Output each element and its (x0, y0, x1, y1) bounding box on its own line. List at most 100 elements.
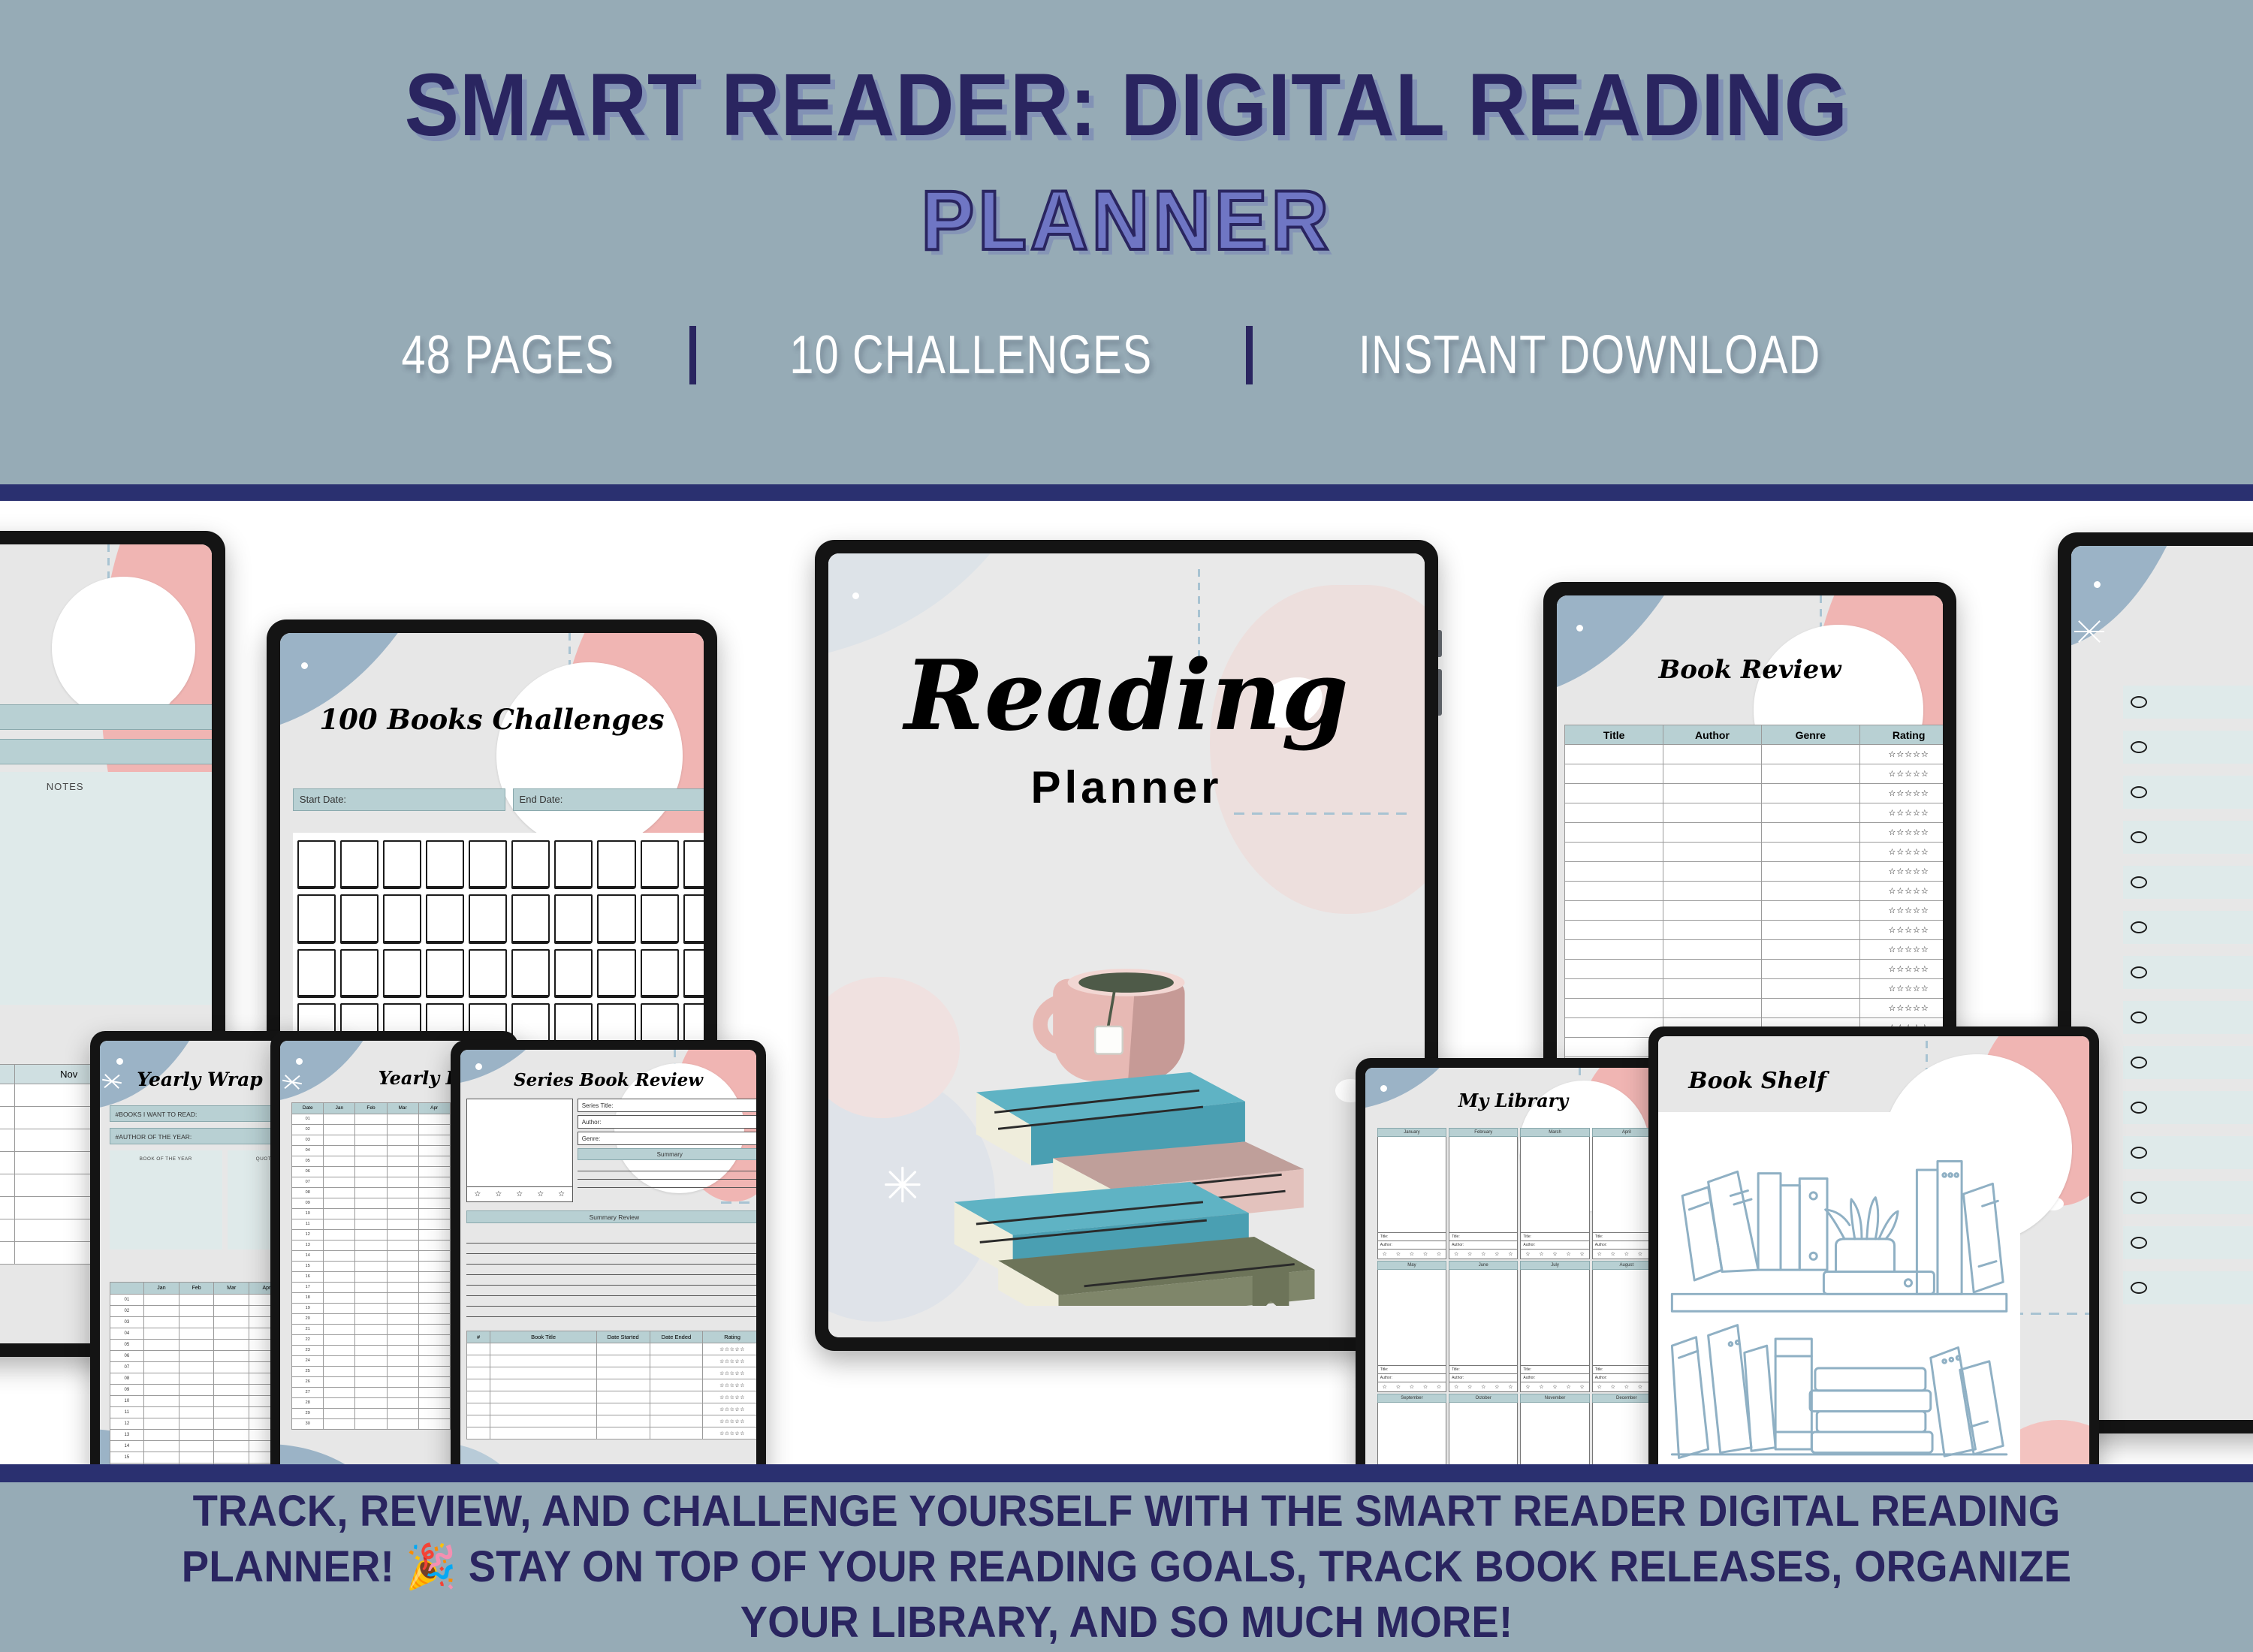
checkbox-icon[interactable] (2131, 1057, 2148, 1069)
library-month-panel[interactable]: February Title: Author: ☆ ☆ ☆ ☆ ☆ (1449, 1128, 1519, 1260)
table-row[interactable]: ☆☆☆☆☆ (1564, 764, 1943, 785)
checklist-item[interactable] (2123, 776, 2253, 809)
field-series-title[interactable]: Series Title: (577, 1099, 756, 1113)
month-cover-box[interactable] (1520, 1137, 1590, 1234)
rating-stars[interactable]: ☆☆☆☆☆ (1520, 1382, 1590, 1392)
panel-book-of-the-year[interactable]: BOOK OF THE YEAR (109, 1150, 222, 1250)
rating-stars[interactable]: ☆☆☆☆☆ (1859, 998, 1943, 1019)
book-slot[interactable] (511, 894, 550, 944)
book-slot[interactable] (554, 948, 593, 999)
rating-stars[interactable]: ☆☆☆☆☆ (702, 1391, 756, 1404)
book-slot[interactable] (426, 840, 465, 890)
library-month-panel[interactable]: June Title: Author: ☆ ☆ ☆ ☆ ☆ (1449, 1261, 1519, 1392)
rating-stars[interactable]: ☆☆☆☆☆ (466, 1187, 573, 1203)
checkbox-icon[interactable] (2131, 741, 2148, 754)
field-author[interactable]: Author: (1449, 1373, 1519, 1382)
menu-icon[interactable] (496, 662, 683, 849)
checkbox-icon[interactable] (2131, 1147, 2148, 1159)
book-slot[interactable] (511, 948, 550, 999)
rating-stars[interactable]: ☆☆☆☆☆ (702, 1355, 756, 1368)
table-row[interactable]: ☆☆☆☆☆ (466, 1379, 756, 1392)
checkbox-icon[interactable] (2131, 1192, 2148, 1204)
rating-stars[interactable]: ☆☆☆☆☆ (1859, 822, 1943, 843)
checkbox-icon[interactable] (2131, 1102, 2148, 1114)
book-slot[interactable] (426, 948, 465, 999)
book-slot[interactable] (426, 894, 465, 944)
book-slot[interactable] (597, 948, 636, 999)
book-slot[interactable] (640, 840, 679, 890)
library-month-panel[interactable]: March Title: Author: ☆ ☆ ☆ ☆ ☆ (1520, 1128, 1590, 1260)
table-row[interactable]: ☆☆☆☆☆ (1564, 978, 1943, 999)
field-title[interactable]: Title: (1449, 1365, 1519, 1374)
month-cover-box[interactable] (1449, 1270, 1519, 1366)
field-title[interactable]: Title: (1520, 1233, 1590, 1242)
book-slot[interactable] (383, 948, 422, 999)
month-cover-box[interactable] (1520, 1402, 1590, 1464)
series-books-table[interactable]: # Book Title Date Started Date Ended Rat… (466, 1331, 756, 1440)
rating-stars[interactable]: ☆☆☆☆☆ (1859, 959, 1943, 980)
checkbox-icon[interactable] (2131, 831, 2148, 844)
checkbox-icon[interactable] (2131, 1282, 2148, 1295)
field-author[interactable]: Author: (1520, 1241, 1590, 1250)
rating-stars[interactable]: ☆☆☆☆☆ (1859, 744, 1943, 765)
field-end-date[interactable]: End Date: (512, 788, 704, 811)
checkbox-icon[interactable] (2131, 966, 2148, 979)
table-row[interactable]: ☆☆☆☆☆ (466, 1391, 756, 1404)
book-slot[interactable] (383, 894, 422, 944)
checklist-item[interactable] (2123, 956, 2253, 990)
rating-stars[interactable]: ☆☆☆☆☆ (1377, 1382, 1447, 1392)
checklist-item[interactable] (2123, 911, 2253, 945)
checklist[interactable] (2123, 686, 2253, 1420)
book-slot[interactable] (469, 840, 508, 890)
monthly-library-grid[interactable]: January Title: Author: ☆ ☆ ☆ ☆ ☆ February Title: A… (1377, 1128, 1661, 1464)
library-month-panel[interactable]: January Title: Author: ☆ ☆ ☆ ☆ ☆ (1377, 1128, 1447, 1260)
book-slot[interactable] (683, 948, 704, 999)
tablet-reading-planner-cover[interactable]: Reading Planner (815, 540, 1442, 1351)
rating-stars[interactable]: ☆☆☆☆☆ (1859, 939, 1943, 960)
field-the-year[interactable]: THE YEAR: (0, 738, 212, 764)
book-slot[interactable] (640, 948, 679, 999)
field-author[interactable]: Author: (1377, 1241, 1447, 1250)
summary-review-lines[interactable] (466, 1233, 756, 1317)
table-row[interactable]: ☆☆☆☆☆ (1564, 881, 1943, 902)
rating-stars[interactable]: ☆☆☆☆☆ (1377, 1250, 1447, 1260)
rating-stars[interactable]: ☆☆☆☆☆ (702, 1379, 756, 1392)
table-row[interactable]: ☆☆☆☆☆ (466, 1367, 756, 1380)
checklist-item[interactable] (2123, 866, 2253, 900)
book-slot[interactable] (640, 894, 679, 944)
book-slot[interactable] (469, 894, 508, 944)
checklist-item[interactable] (2123, 731, 2253, 764)
checklist-item[interactable] (2123, 1001, 2253, 1035)
book-slot[interactable] (297, 894, 336, 944)
table-row[interactable]: ☆☆☆☆☆ (1564, 998, 1943, 1019)
table-row[interactable]: ☆☆☆☆☆ (466, 1403, 756, 1416)
table-row[interactable]: ☆☆☆☆☆ (1564, 803, 1943, 824)
book-slot[interactable] (297, 840, 336, 890)
month-cover-box[interactable] (1377, 1402, 1447, 1464)
table-row[interactable]: ☆☆☆☆☆ (1564, 939, 1943, 960)
book-slot[interactable] (554, 840, 593, 890)
checkbox-icon[interactable] (2131, 876, 2148, 889)
rating-stars[interactable]: ☆☆☆☆☆ (702, 1415, 756, 1428)
table-row[interactable]: ☆☆☆☆☆ (466, 1427, 756, 1440)
notes-panel[interactable]: NOTES (0, 771, 212, 1005)
summary-lines[interactable] (577, 1160, 756, 1189)
tablet-book-shelf[interactable]: Book Shelf (1648, 1026, 2099, 1464)
checklist-item[interactable] (2123, 686, 2253, 719)
table-row[interactable]: ☆☆☆☆☆ (466, 1343, 756, 1356)
month-cover-box[interactable] (1377, 1137, 1447, 1234)
field-title[interactable]: Title: (1377, 1233, 1447, 1242)
rating-stars[interactable]: ☆☆☆☆☆ (1449, 1382, 1519, 1392)
rating-stars[interactable]: ☆☆☆☆☆ (702, 1403, 756, 1416)
rating-stars[interactable]: ☆☆☆☆☆ (1449, 1250, 1519, 1260)
field-author[interactable]: Author: (1449, 1241, 1519, 1250)
month-cover-box[interactable] (1449, 1137, 1519, 1234)
book-slot[interactable] (554, 894, 593, 944)
table-row[interactable]: ☆☆☆☆☆ (1564, 959, 1943, 980)
checkbox-icon[interactable] (2131, 696, 2148, 709)
checkbox-icon[interactable] (2131, 921, 2148, 934)
library-month-panel[interactable]: OctoberTitle:Author:☆☆☆☆☆ (1449, 1393, 1519, 1464)
checklist-item[interactable] (2123, 821, 2253, 855)
rating-stars[interactable]: ☆☆☆☆☆ (1859, 881, 1943, 902)
field-title[interactable]: Title: (1449, 1233, 1519, 1242)
